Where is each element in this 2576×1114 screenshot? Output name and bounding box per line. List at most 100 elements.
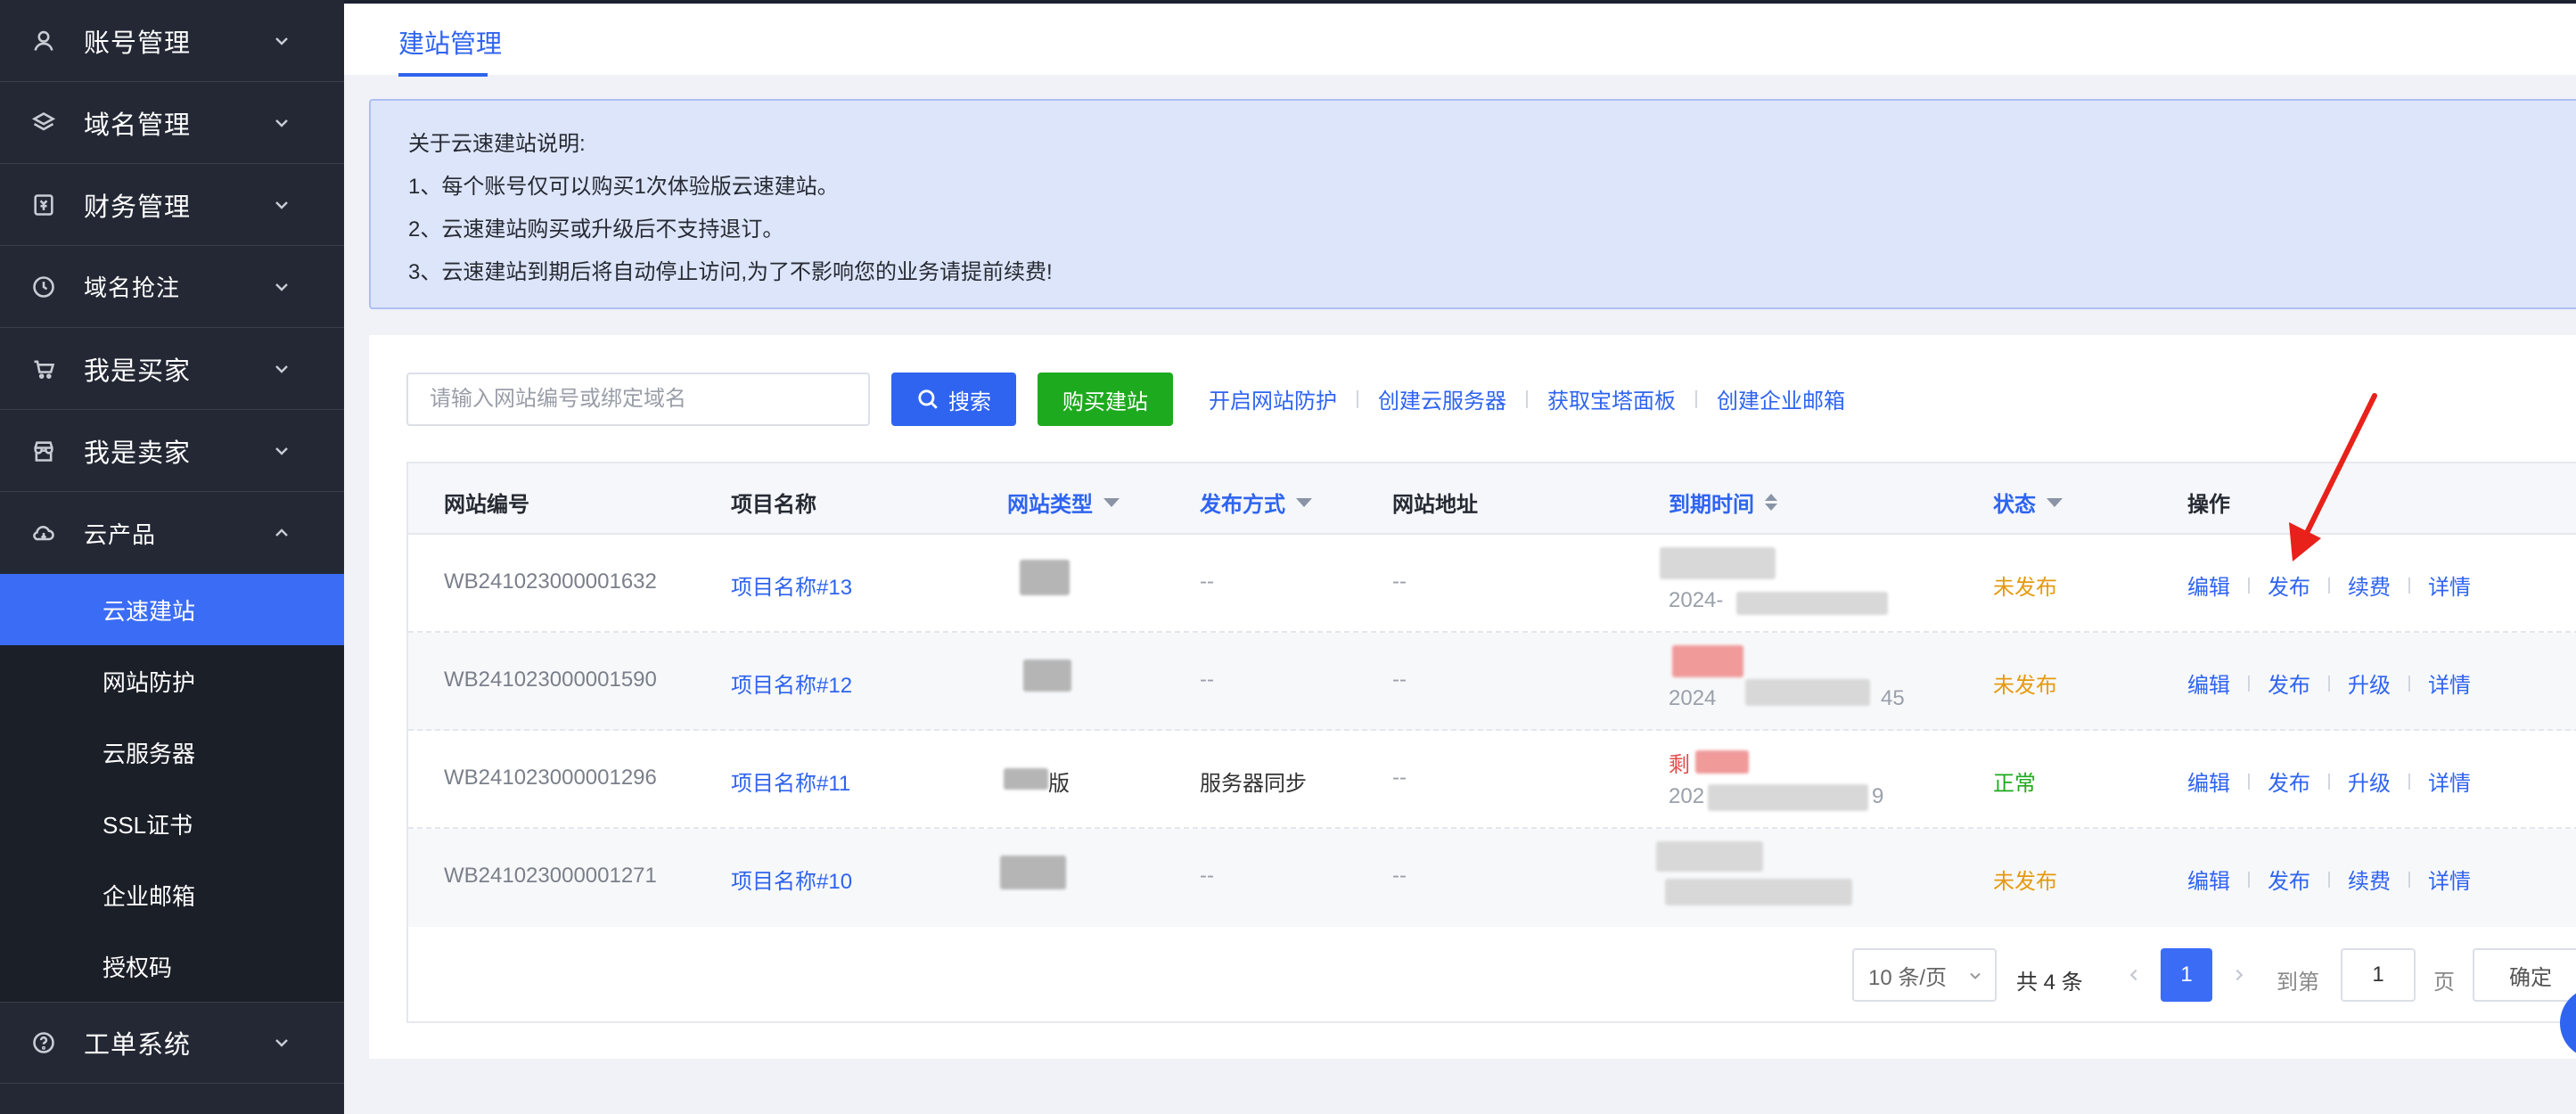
publish-method: -- [1200, 569, 1214, 594]
chevron-down-icon [271, 358, 292, 380]
row-actions: 编辑 发布 升级 详情 [2187, 668, 2471, 699]
redacted-remaining-days [1695, 750, 1749, 774]
project-name-link[interactable]: 项目名称#13 [731, 569, 852, 601]
page-size-select[interactable]: 10 条/页 [1852, 948, 1997, 1002]
divider [2408, 773, 2410, 790]
details-link[interactable]: 详情 [2428, 766, 2471, 797]
divider [2248, 577, 2250, 594]
expire-date-fragment: 2024 [1669, 686, 1717, 710]
redacted-site-type [1020, 560, 1070, 595]
sidebar-item-buyer[interactable]: 我是买家 [0, 328, 344, 410]
chevron-up-icon [271, 522, 292, 544]
divider [2248, 675, 2250, 692]
edit-link[interactable]: 编辑 [2187, 766, 2230, 797]
goto-page-input[interactable] [2341, 948, 2416, 1002]
redacted-site-type [1000, 856, 1066, 889]
buy-site-button[interactable]: 购买建站 [1038, 373, 1173, 426]
project-name-link[interactable]: 项目名称#10 [731, 864, 852, 895]
sidebar-item-seller[interactable]: 我是卖家 [0, 410, 344, 492]
link-enable-protection[interactable]: 开启网站防护 [1209, 383, 1337, 414]
redacted-expire-time [1656, 841, 1763, 872]
search-input[interactable] [406, 373, 870, 426]
sidebar-subitem-license[interactable]: 授权码 [0, 930, 344, 1002]
prev-page-button[interactable] [2116, 948, 2152, 1002]
edit-link[interactable]: 编辑 [2187, 668, 2230, 699]
table-header: 网站编号 项目名称 网站类型 发布方式 网站地址 到期时间 状态 操作 [408, 463, 2576, 535]
details-link[interactable]: 详情 [2428, 569, 2471, 601]
sidebar-item-tickets[interactable]: 工单系统 [0, 1002, 344, 1084]
sidebar-subitem-cloud-server[interactable]: 云服务器 [0, 717, 344, 788]
page-number-current[interactable]: 1 [2161, 948, 2212, 1002]
search-icon [918, 389, 938, 409]
divider [2328, 871, 2330, 888]
divider [2248, 871, 2250, 888]
table-row: WB241023000001590 项目名称#12 -- -- 2024 45 … [408, 633, 2576, 731]
divider [1357, 389, 1358, 408]
renew-link[interactable]: 续费 [2348, 569, 2391, 601]
goto-confirm-button[interactable]: 确定 [2473, 948, 2576, 1002]
link-create-server[interactable]: 创建云服务器 [1378, 383, 1506, 414]
notice-line: 1、每个账号仅可以购买1次体验版云速建站。 [408, 175, 839, 199]
project-name-link[interactable]: 项目名称#12 [731, 668, 852, 699]
expire-date-fragment: 202 [1669, 784, 1705, 808]
publish-link[interactable]: 发布 [2268, 668, 2310, 699]
clock-icon [30, 274, 57, 300]
search-button[interactable]: 搜索 [891, 373, 1016, 426]
publish-link[interactable]: 发布 [2268, 766, 2310, 797]
notice-box: 关于云速建站说明: 1、每个账号仅可以购买1次体验版云速建站。 2、云速建站购买… [369, 99, 2576, 309]
divider [2328, 675, 2330, 692]
redacted-expire-time [1660, 547, 1776, 579]
chevron-down-icon [271, 440, 292, 462]
upgrade-link[interactable]: 升级 [2348, 668, 2391, 699]
col-publish-method-label: 发布方式 [1200, 493, 1285, 517]
col-site-url: 网站地址 [1392, 493, 1478, 517]
user-icon [30, 28, 57, 54]
site-url: -- [1392, 569, 1407, 594]
divider [2408, 871, 2410, 888]
col-status[interactable]: 状态 [1993, 487, 2063, 518]
divider [2408, 675, 2410, 692]
site-type: 版 [1048, 772, 1070, 796]
sidebar-subitem-site-builder[interactable]: 云速建站 [0, 574, 344, 645]
site-id: WB241023000001271 [444, 864, 657, 888]
sidebar-item-account[interactable]: 账号管理 [0, 0, 344, 82]
search-button-label: 搜索 [948, 389, 991, 414]
col-site-type[interactable]: 网站类型 [1007, 487, 1120, 518]
site-id: WB241023000001590 [444, 668, 657, 692]
next-page-button[interactable] [2221, 948, 2257, 1002]
sidebar-subitem-ssl[interactable]: SSL证书 [0, 788, 344, 859]
tab-active-indicator [398, 73, 488, 77]
filter-icon [1103, 497, 1120, 507]
link-create-mail[interactable]: 创建企业邮箱 [1717, 383, 1845, 414]
divider [2248, 773, 2250, 790]
sidebar-item-label: 财务管理 [84, 192, 192, 222]
sidebar-subitem-enterprise-mail[interactable]: 企业邮箱 [0, 859, 344, 930]
sidebar-item-label: 域名管理 [84, 111, 192, 140]
edit-link[interactable]: 编辑 [2187, 569, 2230, 601]
details-link[interactable]: 详情 [2428, 864, 2471, 895]
edit-link[interactable]: 编辑 [2187, 864, 2230, 895]
col-publish-method[interactable]: 发布方式 [1200, 487, 1312, 518]
col-expire-time-label: 到期时间 [1669, 493, 1754, 517]
col-site-type-label: 网站类型 [1007, 493, 1093, 517]
project-name-link[interactable]: 项目名称#11 [731, 766, 850, 797]
sidebar-subitem-site-protection[interactable]: 网站防护 [0, 645, 344, 717]
chevron-down-icon [271, 112, 292, 134]
site-table: 网站编号 项目名称 网站类型 发布方式 网站地址 到期时间 状态 操作 WB24… [406, 462, 2576, 1023]
publish-link[interactable]: 发布 [2268, 569, 2310, 601]
col-expire-time[interactable]: 到期时间 [1669, 487, 1777, 518]
sidebar-item-finance[interactable]: 财务管理 [0, 164, 344, 246]
renew-link[interactable]: 续费 [2348, 864, 2391, 895]
sidebar-item-domain-snap[interactable]: 域名抢注 [0, 246, 344, 328]
link-get-bt-panel[interactable]: 获取宝塔面板 [1547, 383, 1676, 414]
sidebar-item-cloud[interactable]: 云产品 [0, 492, 344, 574]
upgrade-link[interactable]: 升级 [2348, 766, 2391, 797]
divider [1695, 389, 1697, 408]
publish-link[interactable]: 发布 [2268, 864, 2310, 895]
details-link[interactable]: 详情 [2428, 668, 2471, 699]
sidebar-item-domain[interactable]: 域名管理 [0, 82, 344, 164]
status-badge: 未发布 [1993, 870, 2057, 894]
tab-site-management[interactable]: 建站管理 [398, 23, 502, 61]
sidebar-item-label: 账号管理 [84, 29, 192, 58]
chevron-left-icon [2129, 969, 2137, 981]
